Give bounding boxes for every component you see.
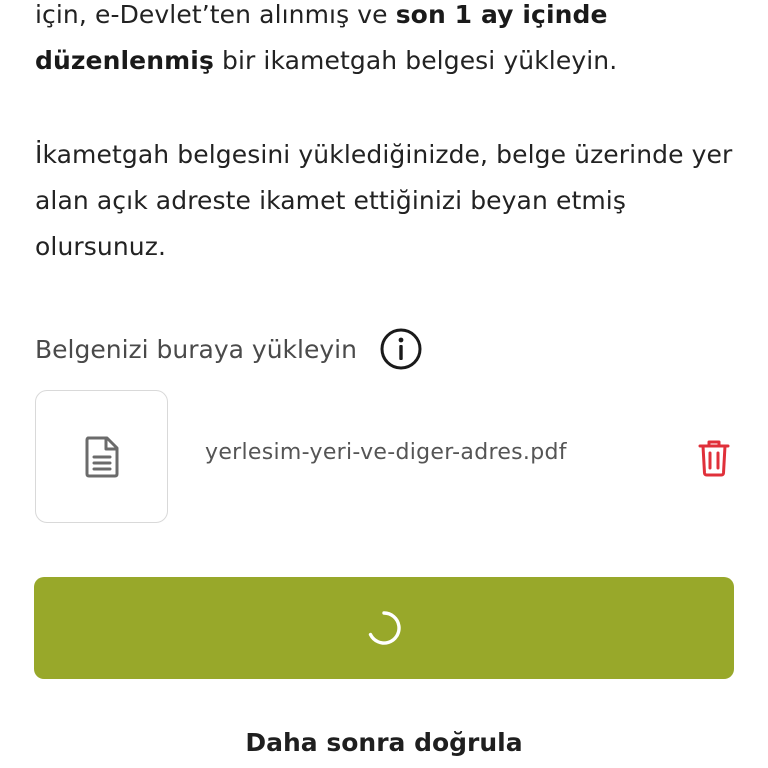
file-thumbnail[interactable] — [35, 390, 168, 523]
info-icon[interactable] — [379, 327, 423, 371]
submit-button[interactable] — [34, 577, 734, 679]
loading-spinner-icon — [368, 611, 401, 645]
upload-label: Belgenizi buraya yükleyin — [35, 334, 357, 364]
document-icon — [85, 436, 118, 477]
intro-paragraph: için, e-Devlet’ten alınmış ve son 1 ay i… — [35, 0, 735, 84]
trash-icon[interactable] — [697, 439, 731, 477]
file-name: yerlesim-yeri-ve-diger-adres.pdf — [205, 440, 567, 465]
upload-document-screen: için, e-Devlet’ten alınmış ve son 1 ay i… — [0, 0, 768, 768]
intro-text-2: bir ikametgah belgesi yükleyin. — [213, 46, 618, 75]
uploaded-file-row: yerlesim-yeri-ve-diger-adres.pdf — [35, 390, 735, 526]
intro-bold-2: düzenlenmiş — [35, 46, 214, 75]
intro-text-1: için, e-Devlet’ten alınmış ve — [35, 0, 396, 29]
intro-bold-1: son 1 ay içinde — [395, 0, 608, 29]
verify-later-button[interactable]: Daha sonra doğrula — [0, 728, 768, 757]
upload-label-row: Belgenizi buraya yükleyin — [35, 326, 423, 372]
declaration-paragraph: İkametgah belgesini yüklediğinizde, belg… — [35, 140, 733, 261]
